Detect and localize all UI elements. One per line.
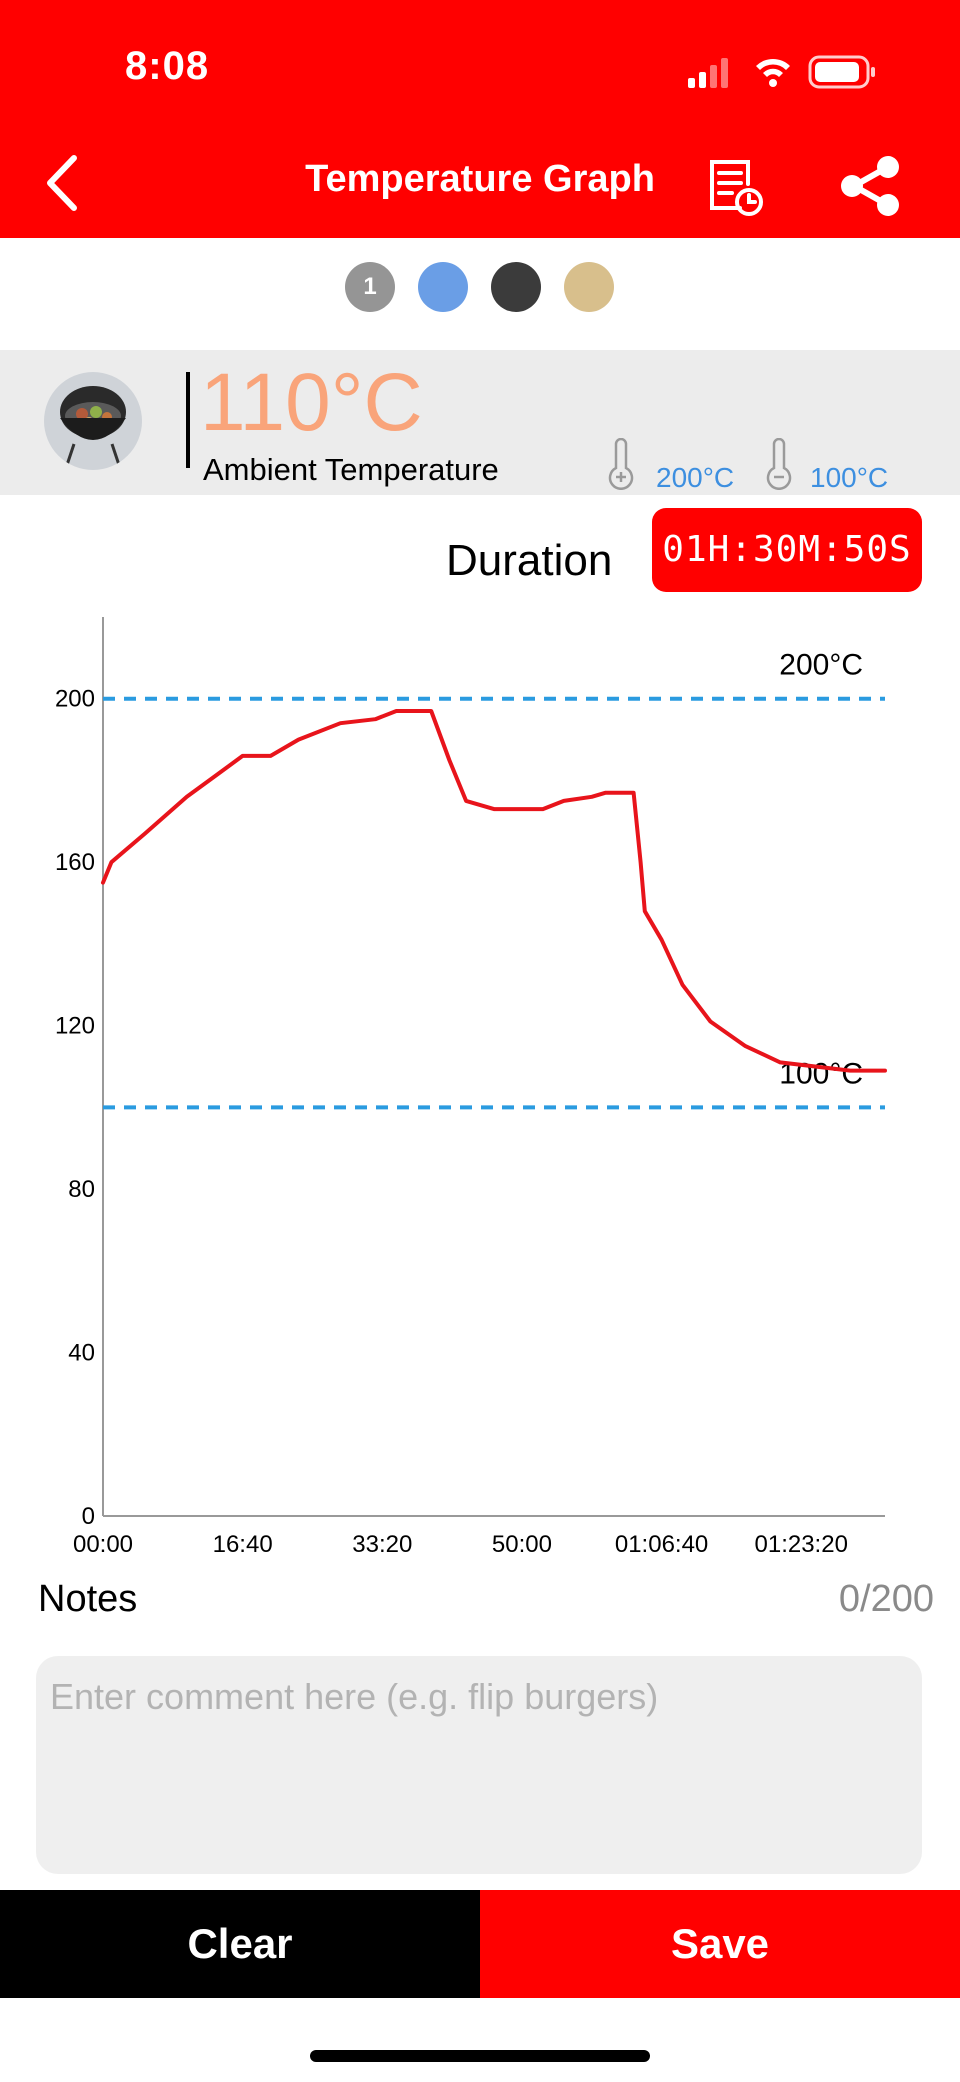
x-tick-label: 01:06:40 <box>615 1531 708 1558</box>
log-report-icon <box>710 160 763 216</box>
temperature-series-line <box>101 709 887 1073</box>
probe-dot-1[interactable]: 1 <box>345 262 395 312</box>
save-button[interactable]: Save <box>480 1890 960 1998</box>
wifi-icon <box>756 58 790 87</box>
status-icons <box>688 55 875 89</box>
duration-label: Duration <box>446 536 613 585</box>
y-tick-label: 160 <box>55 849 95 876</box>
notes-input[interactable] <box>36 1656 922 1874</box>
current-temperature: 110°C <box>200 357 423 448</box>
probe-selector: 1 <box>0 262 960 314</box>
x-tick-label: 16:40 <box>213 1531 273 1558</box>
probe-info-bar: 110°C Ambient Temperature 200°C 100°C <box>0 350 960 495</box>
grill-icon <box>44 372 142 470</box>
x-tick-label: 00:00 <box>73 1531 133 1558</box>
low-target-value: 100°C <box>810 462 889 493</box>
y-tick-label: 80 <box>68 1176 95 1203</box>
home-indicator <box>310 2050 650 2062</box>
probe-dot-4[interactable] <box>564 262 614 312</box>
duration-timer: 01H:30M:50S <box>652 508 922 592</box>
y-tick-label: 120 <box>55 1013 95 1040</box>
y-tick-label: 0 <box>82 1503 95 1530</box>
log-report-button[interactable] <box>704 156 764 218</box>
temperature-label: Ambient Temperature <box>203 452 499 487</box>
probe-dot-2[interactable] <box>418 262 468 312</box>
cellular-signal-icon <box>688 58 728 88</box>
x-tick-label: 50:00 <box>492 1531 552 1558</box>
threshold-label: 200°C <box>779 649 863 682</box>
header-bar: 8:08 Temperature Graph <box>0 0 960 238</box>
x-tick-label: 33:20 <box>352 1531 412 1558</box>
thermometer-low-icon <box>766 438 792 490</box>
share-button[interactable] <box>836 154 906 218</box>
clear-button[interactable]: Clear <box>0 1890 480 1998</box>
battery-icon <box>808 55 875 89</box>
notes-counter: 0/200 <box>838 1578 934 1620</box>
high-target-value: 200°C <box>656 462 735 493</box>
notes-label: Notes <box>38 1578 138 1620</box>
thermometer-high-icon <box>608 438 634 490</box>
status-time: 8:08 <box>125 44 210 88</box>
share-icon <box>841 156 899 216</box>
y-tick-label: 200 <box>55 686 95 713</box>
temperature-chart: 0 40 80 120 160 200 00:00 16:40 33:20 50:00 01:06:… <box>55 617 887 1558</box>
probe-dot-3[interactable] <box>491 262 541 312</box>
y-tick-label: 40 <box>68 1340 95 1367</box>
divider <box>186 372 190 468</box>
page-title: Temperature Graph <box>305 158 655 200</box>
x-tick-label: 01:23:20 <box>755 1531 848 1558</box>
